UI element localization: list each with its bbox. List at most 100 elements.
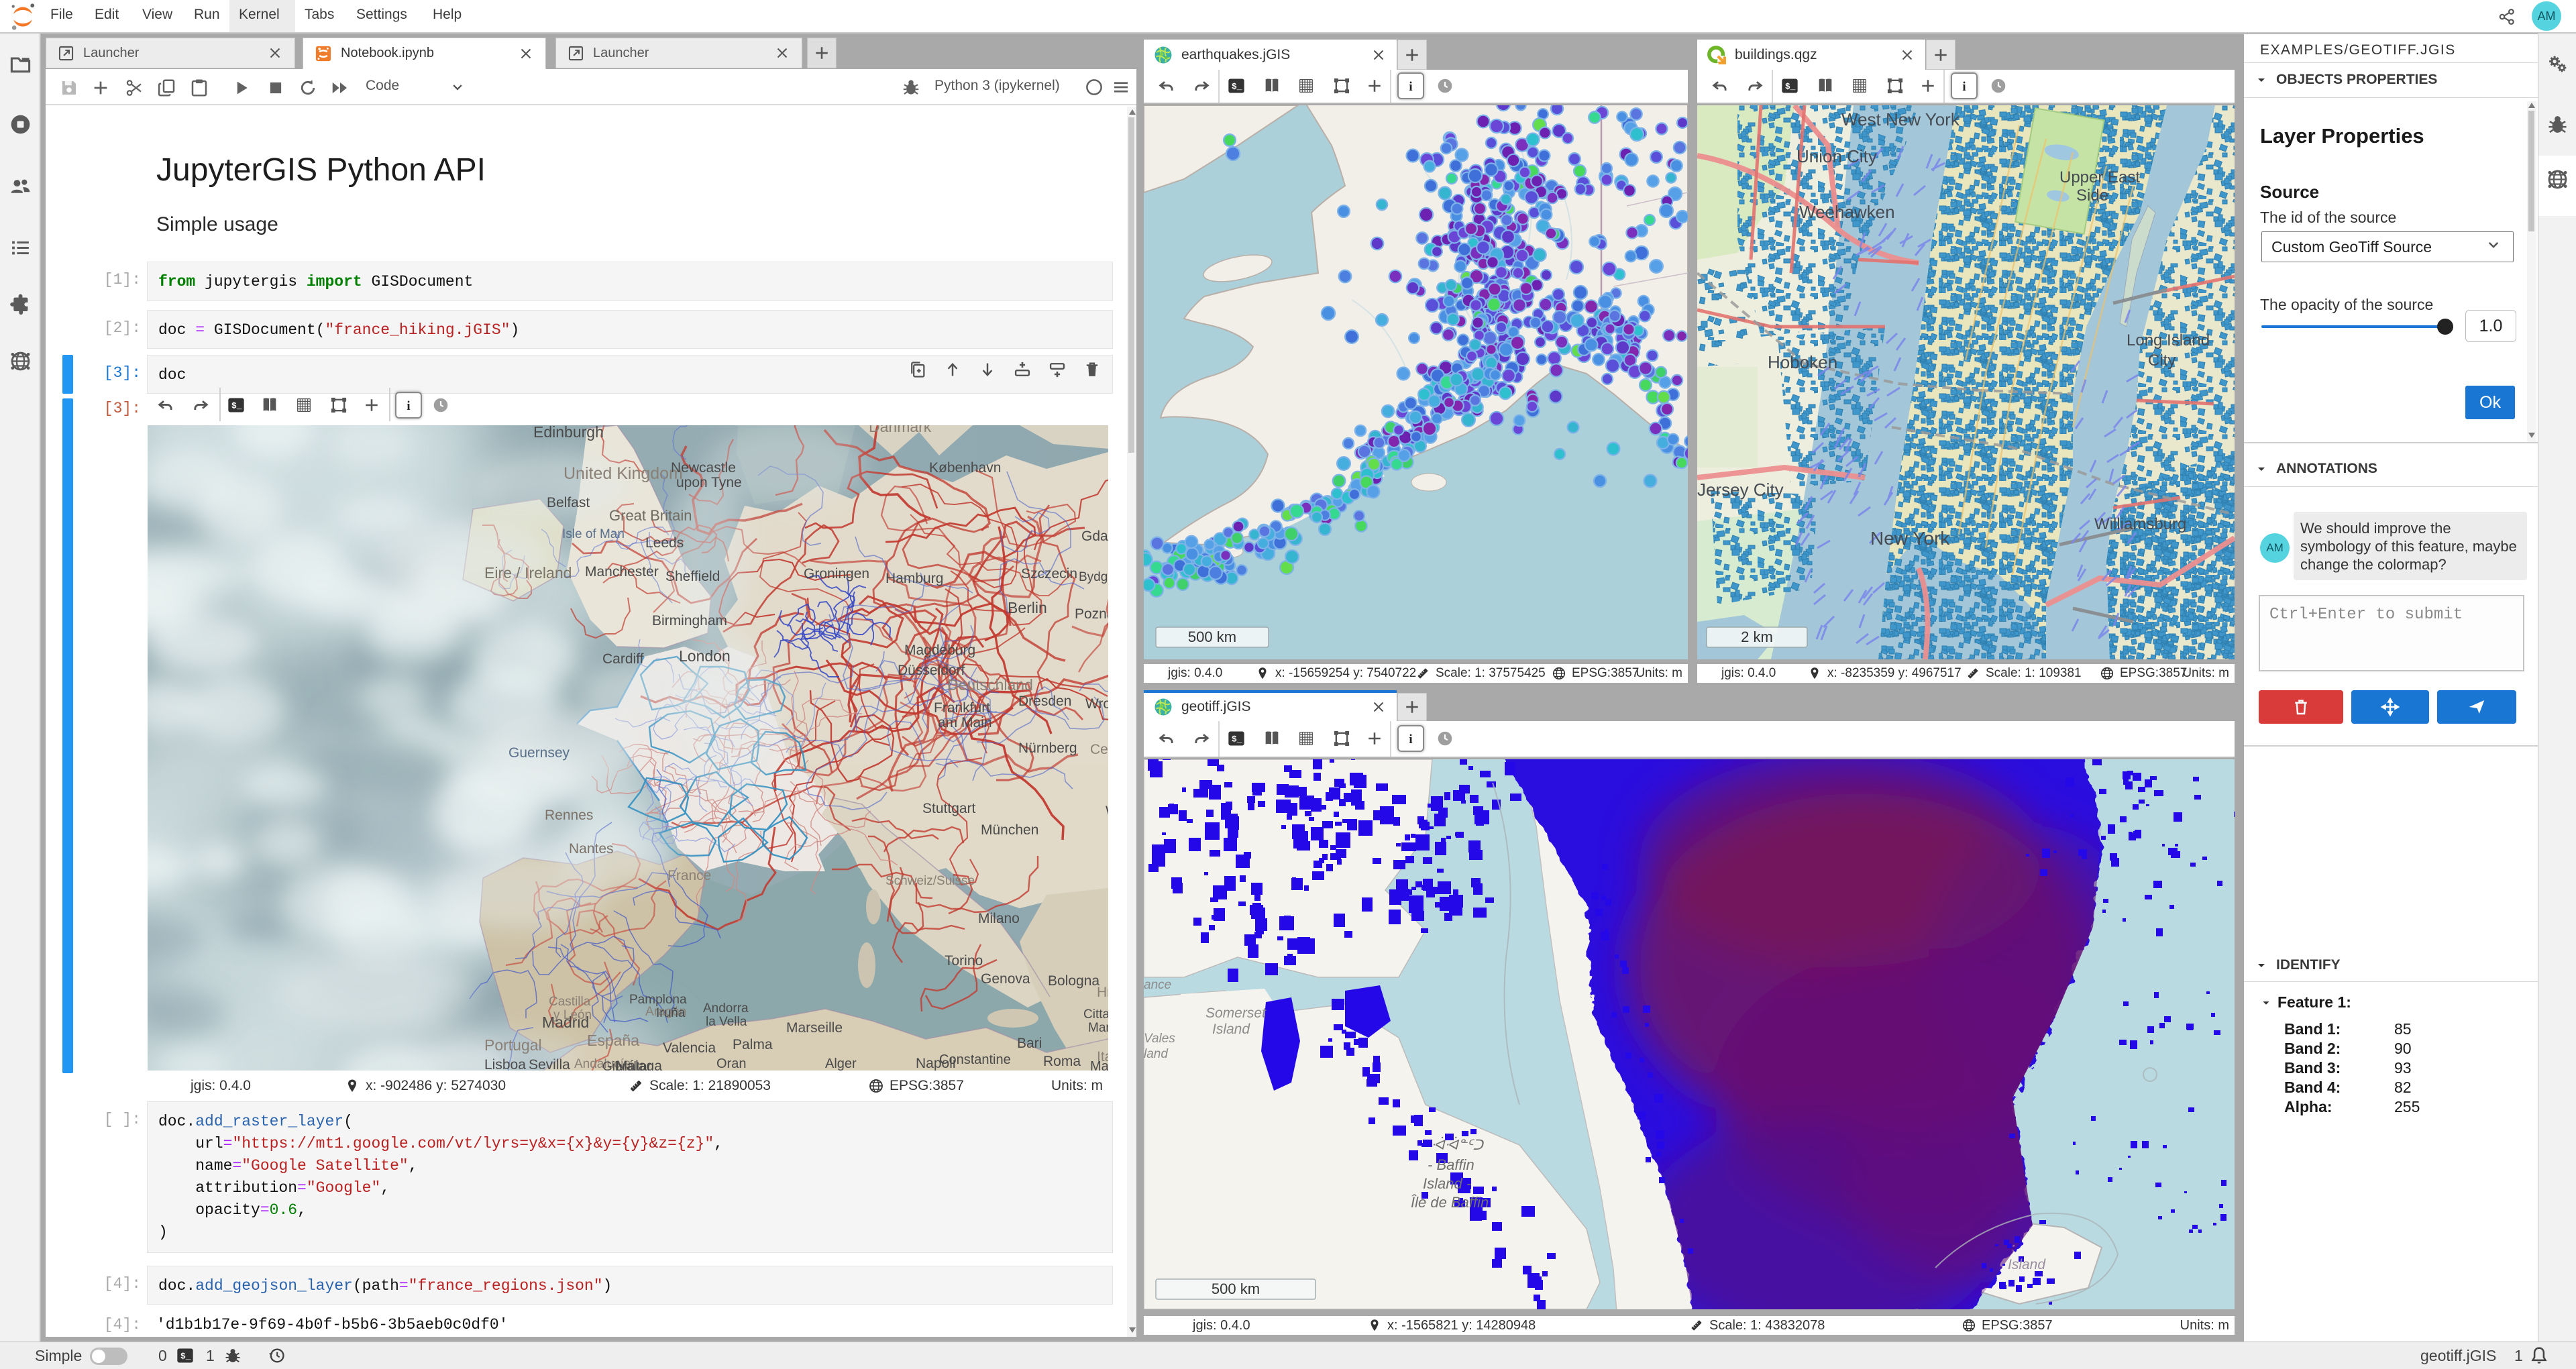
svg-text:Pamplona: Pamplona	[629, 993, 687, 1007]
svg-text:Szczecin: Szczecin	[1021, 566, 1077, 582]
svg-text:Jersey City: Jersey City	[1697, 480, 1784, 500]
svg-text:Cesko: Cesko	[1090, 742, 1108, 757]
svg-text:Iruña: Iruña	[656, 1006, 686, 1020]
svg-text:2 km: 2 km	[1741, 628, 1773, 645]
svg-text:$_: $_	[180, 1352, 191, 1362]
svg-text:Island: Island	[1212, 1022, 1250, 1037]
svg-text:Marino: Marino	[1088, 1021, 1108, 1035]
svg-text:Williamsburg: Williamsburg	[2094, 515, 2186, 533]
svg-text:$_: $_	[1232, 82, 1242, 92]
svg-text:London: London	[679, 647, 731, 665]
svg-text:Valencia: Valencia	[663, 1040, 716, 1056]
svg-text:Berlin: Berlin	[1008, 599, 1047, 616]
svg-text:Andorra: Andorra	[703, 1001, 749, 1016]
svg-text:$_: $_	[231, 401, 242, 411]
svg-text:am Main: am Main	[938, 715, 992, 730]
svg-text:Portugal: Portugal	[484, 1036, 542, 1054]
svg-text:y León: y León	[553, 1008, 592, 1022]
svg-text:Sheffield: Sheffield	[665, 569, 720, 584]
svg-text:Newcastle: Newcastle	[671, 460, 736, 476]
svg-text:Leeds: Leeds	[645, 535, 684, 551]
svg-text:New York: New York	[1870, 528, 1950, 549]
svg-text:Hamburg: Hamburg	[885, 571, 943, 586]
svg-text:Sevilla: Sevilla	[529, 1057, 570, 1071]
svg-text:Belfast: Belfast	[547, 495, 590, 510]
svg-text:Citta di San: Citta di San	[1083, 1007, 1108, 1022]
svg-text:- Baffin: - Baffin	[1428, 1156, 1474, 1173]
svg-text:München: München	[981, 822, 1038, 838]
svg-text:Deutschland: Deutschland	[947, 676, 1033, 694]
svg-text:Frankfurt: Frankfurt	[934, 700, 990, 716]
svg-text:ᐙᐙᓐᑦᑐ: ᐙᐙᓐᑦᑐ	[1431, 1136, 1484, 1153]
svg-text:ance: ance	[1144, 978, 1171, 992]
svg-text:Nantes: Nantes	[569, 841, 614, 857]
svg-text:Isle of Man: Isle of Man	[562, 527, 625, 541]
svg-text:Upper East: Upper East	[2059, 168, 2140, 186]
svg-text:Poznan: Poznan	[1075, 606, 1108, 622]
svg-text:Bologna: Bologna	[1048, 973, 1099, 989]
svg-text:Roma: Roma	[1043, 1054, 1081, 1069]
svg-text:Somerset: Somerset	[1205, 1005, 1267, 1021]
svg-text:Cardiff: Cardiff	[602, 651, 644, 667]
svg-text:i: i	[407, 399, 410, 413]
svg-text:Castilla: Castilla	[549, 995, 591, 1009]
svg-text:Weehawken: Weehawken	[1799, 202, 1895, 222]
svg-text:Great Britain: Great Britain	[609, 507, 692, 524]
svg-text:upon Tyne: upon Tyne	[676, 475, 742, 490]
svg-text:$_: $_	[1785, 82, 1796, 92]
svg-text:Hoboken: Hoboken	[1768, 352, 1837, 372]
svg-text:Malta: Malta	[1090, 1059, 1108, 1071]
svg-text:Stuttgart: Stuttgart	[922, 801, 976, 816]
svg-text:Torino: Torino	[945, 953, 983, 969]
svg-text:Wroclaw: Wroclaw	[1085, 696, 1108, 712]
svg-text:la Vella: la Vella	[706, 1015, 747, 1029]
svg-text:Manchester: Manchester	[585, 564, 659, 580]
svg-text:Gibraltar: Gibraltar	[602, 1060, 652, 1071]
svg-text:Dresden: Dresden	[1018, 694, 1071, 709]
svg-text:Genova: Genova	[981, 971, 1030, 987]
svg-text:Edinburgh: Edinburgh	[533, 425, 604, 441]
svg-text:Bari: Bari	[1017, 1036, 1042, 1051]
svg-text:Constantine: Constantine	[939, 1052, 1011, 1067]
svg-text:Île de Baffin: Île de Baffin	[1411, 1194, 1489, 1211]
svg-text:land: land	[1144, 1047, 1169, 1061]
svg-text:Hrvatska: Hrvatska	[1097, 985, 1108, 1000]
svg-text:España: España	[587, 1032, 639, 1049]
svg-text:West New York: West New York	[1841, 109, 1960, 129]
svg-text:Palma: Palma	[733, 1037, 773, 1052]
svg-text:Side: Side	[2076, 186, 2108, 205]
svg-text:City: City	[2148, 351, 2176, 370]
svg-text:Long Island: Long Island	[2127, 331, 2210, 349]
svg-text:Danmark: Danmark	[869, 425, 932, 435]
svg-text:Bydgoszcz: Bydgoszcz	[1079, 570, 1108, 584]
svg-text:Magdeburg: Magdeburg	[904, 643, 975, 658]
svg-text:United Kingdom: United Kingdom	[564, 464, 683, 483]
svg-text:Island: Island	[2008, 1257, 2046, 1272]
svg-text:Wien: Wien	[1106, 804, 1108, 819]
svg-text:Milano: Milano	[978, 911, 1020, 926]
svg-text:France: France	[667, 868, 711, 883]
svg-text:$_: $_	[1232, 734, 1242, 745]
svg-text:Lisboa: Lisboa	[484, 1057, 526, 1071]
svg-text:500 km: 500 km	[1212, 1280, 1260, 1297]
svg-text:Island -: Island -	[1423, 1175, 1471, 1192]
svg-text:Düsseldorf: Düsseldorf	[898, 663, 965, 678]
svg-text:500 km: 500 km	[1188, 628, 1236, 645]
svg-text:Schweiz/Suisse: Schweiz/Suisse	[885, 874, 975, 888]
svg-text:Rennes: Rennes	[545, 808, 593, 823]
svg-text:Marseille: Marseille	[786, 1020, 843, 1036]
svg-text:Vales: Vales	[1144, 1032, 1175, 1046]
svg-text:Guernsey: Guernsey	[508, 745, 570, 761]
svg-text:Nürnberg: Nürnberg	[1018, 741, 1077, 756]
svg-text:Birmingham: Birmingham	[652, 613, 727, 628]
svg-text:Eire / Ireland: Eire / Ireland	[484, 564, 572, 582]
svg-text:Union City: Union City	[1796, 146, 1877, 166]
svg-text:Oran: Oran	[716, 1056, 746, 1071]
svg-text:København: København	[929, 460, 1001, 476]
svg-text:Alger: Alger	[825, 1056, 857, 1071]
svg-text:i: i	[1409, 80, 1412, 94]
svg-text:Gdansk: Gdansk	[1081, 529, 1108, 544]
svg-text:i: i	[1409, 732, 1412, 747]
svg-text:Groningen: Groningen	[804, 566, 869, 582]
svg-text:i: i	[1962, 80, 1966, 94]
